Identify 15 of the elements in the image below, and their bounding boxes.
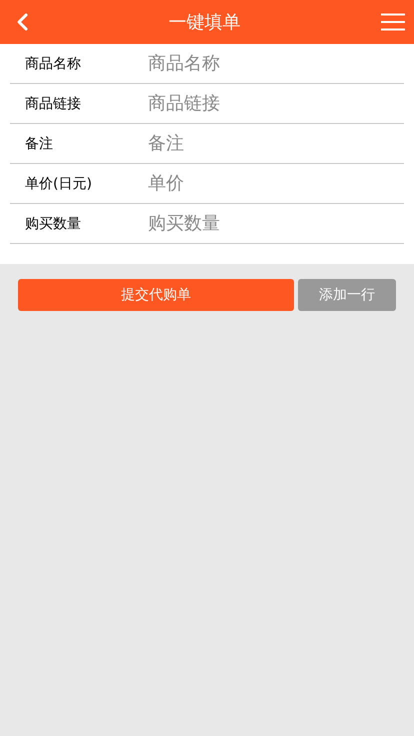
page-title: 一键填单 (168, 11, 240, 34)
input-field[interactable]: 商品链接 (148, 93, 404, 114)
field-label: 商品链接 (24, 94, 82, 112)
back-icon[interactable] (16, 13, 28, 31)
add-row-button[interactable]: 添加一行 (298, 279, 396, 311)
input-field[interactable]: 商品名称 (148, 53, 404, 74)
input-field[interactable]: 单价 (148, 173, 404, 194)
menu-icon[interactable] (381, 13, 405, 31)
input-field[interactable]: 备注 (148, 133, 404, 154)
submit-order-button[interactable]: 提交代购单 (18, 279, 294, 311)
field-label: 备注 (24, 134, 54, 152)
field-label: 单价(日元) (24, 174, 93, 192)
input-field[interactable]: 购买数量 (148, 213, 404, 234)
field-label: 购买数量 (24, 214, 82, 232)
field-label: 商品名称 (24, 54, 82, 72)
